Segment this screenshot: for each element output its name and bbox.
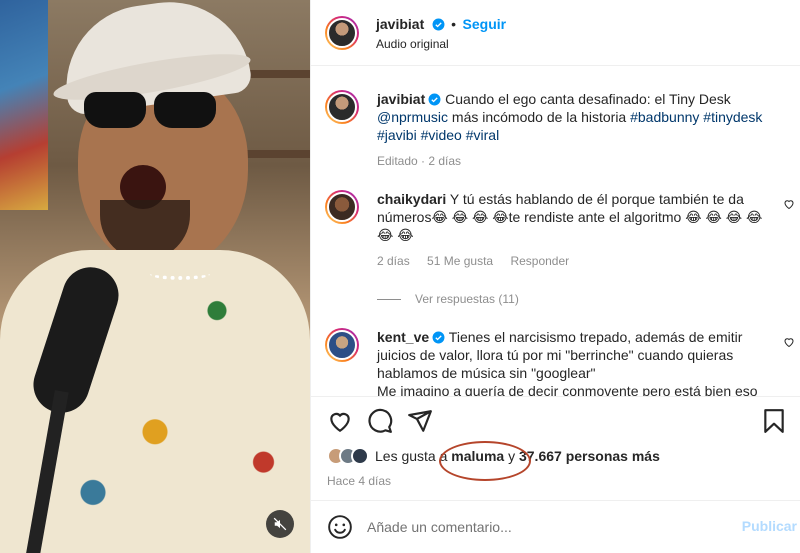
caption-text: javibiat Cuando el ego canta desafinado:… [377, 90, 777, 170]
comment-time[interactable]: 2 días [377, 254, 410, 268]
reply-button[interactable]: Responder [510, 254, 569, 268]
comment-icon[interactable] [367, 408, 393, 434]
caption-username[interactable]: javibiat [377, 91, 425, 107]
verified-badge-icon [428, 93, 441, 106]
hashtag-links[interactable]: #javibi #video #viral [377, 127, 499, 143]
post-time[interactable]: Hace 4 días [327, 474, 391, 488]
author-username[interactable]: javibiat [376, 16, 424, 32]
liker-avatar[interactable] [351, 447, 369, 465]
likes-prefix: Les gusta a [375, 448, 448, 464]
commenter-username[interactable]: chaikydari [377, 191, 446, 207]
hashtag-links[interactable]: #badbunny #tinydesk [630, 109, 762, 125]
likes-count-link[interactable]: 37.667 personas más [519, 448, 660, 464]
share-icon[interactable] [407, 408, 433, 434]
heart-icon[interactable] [327, 408, 353, 434]
publish-button[interactable]: Publicar [742, 518, 797, 534]
comments-list[interactable]: javibiat Cuando el ego canta desafinado:… [311, 66, 800, 396]
comment-line2: juicios de valor, llora tú por mi "berri… [377, 347, 734, 363]
mute-button[interactable] [266, 510, 294, 538]
post-header: javibiat • Seguir Audio original [311, 0, 800, 66]
verified-badge-icon [432, 331, 445, 344]
comment-input[interactable] [367, 515, 727, 539]
heart-icon[interactable] [783, 336, 795, 348]
comment-text: kent_ve Tienes el narcisismo trepado, ad… [377, 328, 777, 396]
comment-line4: Me imagino a quería de decir conmovente … [377, 383, 758, 396]
commenter-avatar[interactable] [325, 190, 359, 224]
comment-line3: 😂 😂 [377, 227, 414, 243]
background-poster [0, 0, 48, 210]
bookmark-icon[interactable] [761, 408, 787, 434]
separator-dot: • [451, 16, 457, 32]
commenter-avatar[interactable] [325, 328, 359, 362]
verified-badge-icon [432, 18, 445, 31]
add-comment-bar: Publicar [311, 500, 800, 553]
comment-likes[interactable]: 51 Me gusta [427, 254, 493, 268]
caption-line1: Cuando el ego canta desafinado: el Tiny … [445, 91, 731, 107]
highlight-annotation-oval [439, 441, 531, 481]
mention-link[interactable]: @nprmusic [377, 109, 448, 125]
caption-line2: más incómodo de la historia [451, 109, 627, 125]
replies-divider [377, 298, 401, 300]
comment-line2: números😂 😂 😂 😂te rendiste ante el algori… [377, 209, 763, 225]
follow-button[interactable]: Seguir [463, 16, 507, 32]
caption-meta: Editado · 2 días [377, 154, 462, 168]
author-avatar[interactable] [325, 90, 359, 124]
person-necklace [150, 268, 210, 280]
post-panel: javibiat • Seguir Audio original javibia… [310, 0, 800, 553]
view-replies[interactable]: Ver respuestas (11) [377, 292, 519, 306]
comment-line1: Y tú estás hablando de él porque también… [449, 191, 744, 207]
emoji-icon[interactable] [327, 514, 353, 540]
comment-text: chaikydari Y tú estás hablando de él por… [377, 190, 777, 270]
author-avatar[interactable] [325, 16, 359, 50]
comment-meta: 2 días 51 Me gusta Responder [377, 252, 777, 270]
commenter-username[interactable]: kent_ve [377, 329, 429, 345]
person-sunglasses [80, 92, 220, 130]
background-shelf [240, 150, 310, 158]
post-video[interactable] [0, 0, 310, 553]
comment-line1: Tienes el narcisismo trepado, además de … [448, 329, 743, 345]
mute-icon [273, 517, 287, 531]
comment-line3: hablamos de música sin "googlear" [377, 365, 596, 381]
heart-icon[interactable] [783, 198, 795, 210]
audio-label[interactable]: Audio original [376, 37, 449, 51]
post-actions: Les gusta a maluma y 37.667 personas más… [311, 396, 800, 500]
view-replies-label[interactable]: Ver respuestas (11) [415, 292, 519, 306]
